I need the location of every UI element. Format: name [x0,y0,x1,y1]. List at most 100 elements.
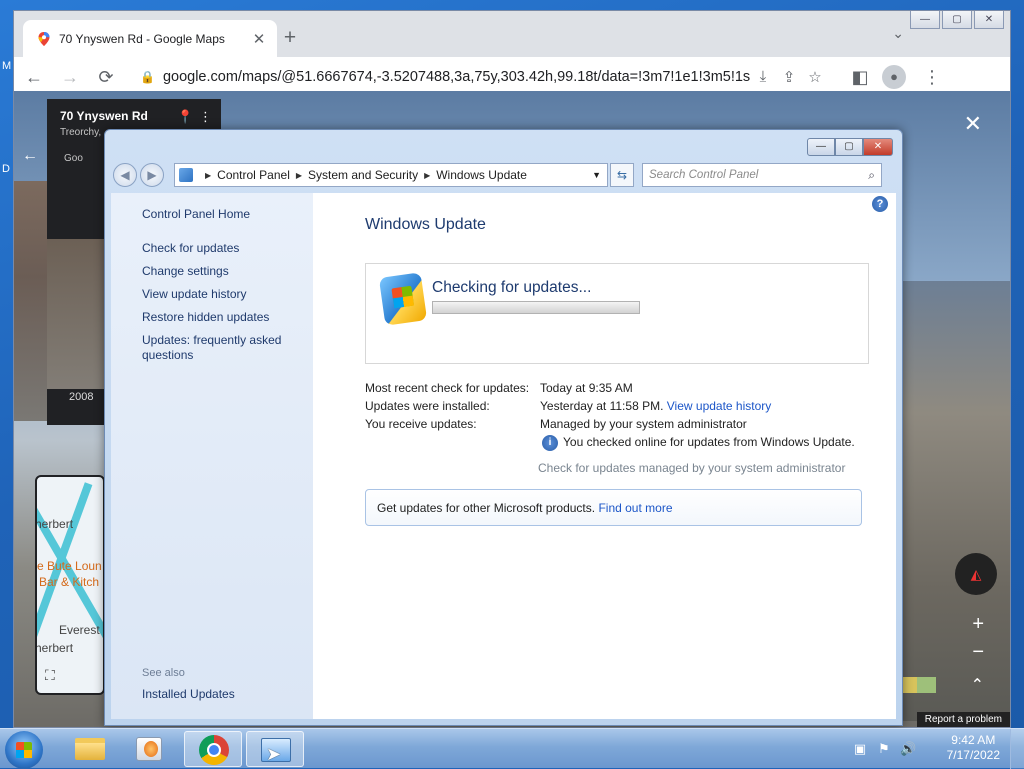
browser-tab[interactable]: 70 Ynyswen Rd - Google Maps ✕ [23,20,277,57]
taskbar-explorer[interactable] [60,731,118,767]
search-input[interactable]: Search Control Panel ⌕ [642,163,882,187]
back-icon[interactable]: ← [18,61,50,93]
maximize-button[interactable]: ▢ [942,11,972,29]
breadcrumb-separator-icon[interactable]: ▶ [205,171,211,180]
detail-label: Most recent check for updates: [365,381,530,395]
sidebar-item-restore-hidden[interactable]: Restore hidden updates [142,310,313,325]
chevron-down-icon[interactable]: ▼ [592,170,601,180]
refresh-icon[interactable]: ⇆ [610,163,634,187]
expand-icon[interactable]: ⌃ [971,675,984,695]
fullscreen-icon[interactable]: ⛶ [45,667,55,684]
back-icon[interactable]: ◀ [113,163,137,187]
clock-time: 9:42 AM [951,733,996,747]
help-icon[interactable]: ? [872,196,888,212]
map-label: e Bute Loun [37,559,102,573]
address-town: Treorchy, [60,127,102,138]
breadcrumb-separator-icon[interactable]: ▶ [424,171,430,180]
lock-icon[interactable]: 🔒 [140,70,155,84]
breadcrumb[interactable]: ▶ Control Panel ▶ System and Security ▶ … [174,163,608,187]
control-panel-icon [179,168,193,182]
sidebar-item-faq[interactable]: Updates: frequently asked questions [142,333,292,363]
explorer-nav-bar: ◀ ▶ ▶ Control Panel ▶ System and Securit… [113,161,894,189]
street-photo-thumbnail[interactable] [47,239,107,389]
report-problem-link[interactable]: Report a problem [916,712,1010,727]
zoom-out-button[interactable]: − [972,641,984,664]
menu-icon[interactable]: ⋮ [916,61,948,93]
breadcrumb-separator-icon[interactable]: ▶ [296,171,302,180]
tab-strip: 70 Ynyswen Rd - Google Maps ✕ + ⌄ — ▢ ✕ [14,11,1010,57]
update-status-box: Checking for updates... [365,263,869,364]
chrome-window-controls: — ▢ ✕ [908,11,1004,29]
detail-label: Updates were installed: [365,399,490,413]
close-street-view-icon[interactable]: ✕ [964,111,982,137]
imagery-thumbnails[interactable] [898,677,936,693]
network-icon[interactable]: ▣ [852,741,868,757]
taskbar-chrome[interactable] [184,731,242,767]
sidebar-item-check-updates[interactable]: Check for updates [142,241,313,256]
side-panel-icon[interactable]: ◧ [844,61,876,93]
zoom-in-button[interactable]: + [972,613,984,636]
google-maps-link[interactable]: Goo [64,153,83,164]
location-pin-icon[interactable]: 📍 [177,109,193,125]
detail-row: Updates were installed: Yesterday at 11:5… [365,399,771,413]
progress-bar [432,301,640,314]
breadcrumb-item[interactable]: Windows Update [436,168,527,182]
folder-icon [75,738,105,760]
find-out-more-link[interactable]: Find out more [598,501,672,515]
cp-main-panel: ? Windows Update Checking for updates...… [313,193,896,719]
desktop-icon-label[interactable]: D [2,163,10,175]
mouse-cursor-icon: ➤ [266,744,282,764]
online-note: i You checked online for updates from Win… [542,435,855,451]
detail-value: Managed by your system administrator [540,417,747,431]
share-icon[interactable]: ⇪ [776,68,802,86]
back-arrow-icon[interactable]: ← [22,147,38,165]
taskbar-media-player[interactable] [120,731,178,767]
new-tab-button[interactable]: + [276,25,304,53]
map-label: herbert [35,517,74,531]
start-button[interactable] [5,731,43,769]
forward-icon[interactable]: → [54,61,86,93]
clock[interactable]: 9:42 AM 7/17/2022 [947,733,1000,763]
sidebar-item-change-settings[interactable]: Change settings [142,264,313,279]
sidebar-item-home[interactable]: Control Panel Home [142,207,313,221]
progress-fill [433,302,639,313]
close-button[interactable]: ✕ [863,138,893,156]
installed-updates-link[interactable]: Installed Updates [142,687,235,701]
forward-icon[interactable]: ▶ [140,163,164,187]
detail-value: Yesterday at 11:58 PM. [540,399,664,413]
toolbar-right: ◧ ● ⋮ [840,61,948,93]
cp-sidebar: Control Panel Home Check for updates Cha… [111,193,313,719]
url-text[interactable]: google.com/maps/@51.6667674,-3.5207488,3… [163,69,750,85]
reload-icon[interactable]: ⟳ [90,61,122,93]
online-note-text: You checked online for updates from Wind… [563,435,855,450]
tab-search-icon[interactable]: ⌄ [892,25,904,42]
close-button[interactable]: ✕ [974,11,1004,29]
profile-icon[interactable]: ● [882,64,906,89]
control-panel-window: — ▢ ✕ ◀ ▶ ▶ Control Panel ▶ System and S… [104,129,903,726]
action-center-icon[interactable]: ⚑ [876,741,892,757]
download-icon[interactable]: ⤓ [750,68,776,85]
tab-close-icon[interactable]: ✕ [251,30,267,48]
map-label: herbert [35,641,74,655]
view-history-link[interactable]: View update history [667,399,772,413]
maximize-button[interactable]: ▢ [835,138,863,156]
show-desktop-button[interactable] [1010,729,1024,769]
breadcrumb-item[interactable]: Control Panel [217,168,290,182]
more-options-icon[interactable]: ⋮ [199,109,212,125]
compass-icon[interactable]: ◭ [955,553,997,595]
minimize-button[interactable]: — [910,11,940,29]
minimize-button[interactable]: — [807,138,835,156]
capture-year: 2008 [69,391,94,403]
system-tray: ▣ ⚑ 🔊 [852,741,916,757]
get-updates-banner: Get updates for other Microsoft products… [365,489,862,526]
minimap[interactable]: herbert e Bute Loun Bar & Kitch Everest … [35,475,105,695]
search-icon[interactable]: ⌕ [868,168,875,183]
breadcrumb-item[interactable]: System and Security [308,168,418,182]
detail-value: Today at 9:35 AM [540,381,633,395]
sidebar-item-view-history[interactable]: View update history [142,287,313,302]
desktop-icon-label[interactable]: M [2,60,11,72]
address-bar[interactable]: 🔒 google.com/maps/@51.6667674,-3.5207488… [140,61,828,92]
cp-window-controls: — ▢ ✕ [807,138,893,156]
volume-icon[interactable]: 🔊 [900,741,916,757]
star-icon[interactable]: ☆ [802,68,828,86]
